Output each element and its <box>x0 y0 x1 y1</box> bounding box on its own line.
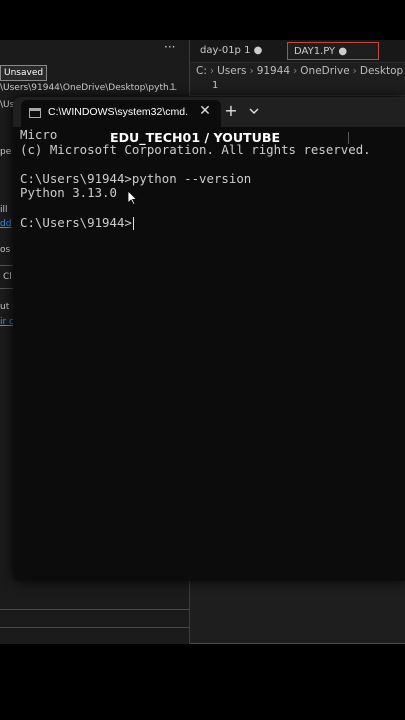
breadcrumb-item[interactable]: Users <box>217 65 246 77</box>
terminal-window[interactable]: C:\WINDOWS\system32\cmd. ✕ + Micro (c) M… <box>13 97 405 581</box>
file-path: \Users\91944\OneDrive\Desktop\pyth... <box>0 83 178 93</box>
text-cursor <box>132 216 134 230</box>
breadcrumb-item[interactable]: C: <box>196 65 207 77</box>
breadcrumb-item[interactable]: Desktop <box>360 65 403 77</box>
chevron-down-icon[interactable] <box>247 105 261 117</box>
cmd-window-icon <box>29 108 41 118</box>
path-count: 1 <box>170 83 176 93</box>
terminal-tab[interactable]: C:\WINDOWS\system32\cmd. ✕ <box>21 100 221 127</box>
panel-divider <box>190 643 405 644</box>
fragment-text: os <box>0 245 11 255</box>
terminal-output[interactable]: Micro (c) Microsoft Corporation. All rig… <box>20 127 405 581</box>
editor-line-number: 1 <box>212 80 219 91</box>
breadcrumb-item[interactable]: 91944 <box>257 65 290 77</box>
editor-tab-day1-py[interactable]: DAY1.PY ● <box>287 42 379 60</box>
fragment-text: pe <box>0 147 12 157</box>
mouse-pointer-icon <box>128 191 138 205</box>
fragment-link[interactable]: ir c <box>0 317 14 327</box>
watermark-text: EDU_TECH01 / YOUTUBE <box>110 130 281 145</box>
terminal-line: Python 3.13.0 <box>20 185 117 201</box>
terminal-tab-bar: C:\WINDOWS\system32\cmd. ✕ + <box>13 97 405 127</box>
editor-divider <box>190 95 405 96</box>
fragment-link[interactable]: dd <box>0 219 11 229</box>
title-separator <box>348 132 349 144</box>
fragment-button[interactable]: Cl <box>3 272 12 282</box>
terminal-prompt-line[interactable]: C:\Users\91944> <box>20 214 405 231</box>
plus-icon[interactable]: + <box>223 103 239 119</box>
more-actions-icon[interactable]: ··· <box>164 40 175 54</box>
terminal-prompt: C:\Users\91944> <box>20 214 132 230</box>
close-icon[interactable]: ✕ <box>197 103 213 119</box>
fragment-text: ill <box>0 205 8 215</box>
panel-divider <box>0 609 189 610</box>
unsaved-badge: Unsaved <box>0 65 48 81</box>
terminal-line: C:\Users\91944>python --version <box>20 170 252 186</box>
breadcrumb: C:›Users›91944›OneDrive›Desktop› <box>196 65 404 77</box>
panel-divider <box>0 627 189 628</box>
editor-tab-day01[interactable]: day-01p 1 ● <box>194 42 268 60</box>
breadcrumb-item[interactable]: OneDrive <box>300 65 349 77</box>
terminal-tab-title: C:\WINDOWS\system32\cmd. <box>48 106 189 118</box>
